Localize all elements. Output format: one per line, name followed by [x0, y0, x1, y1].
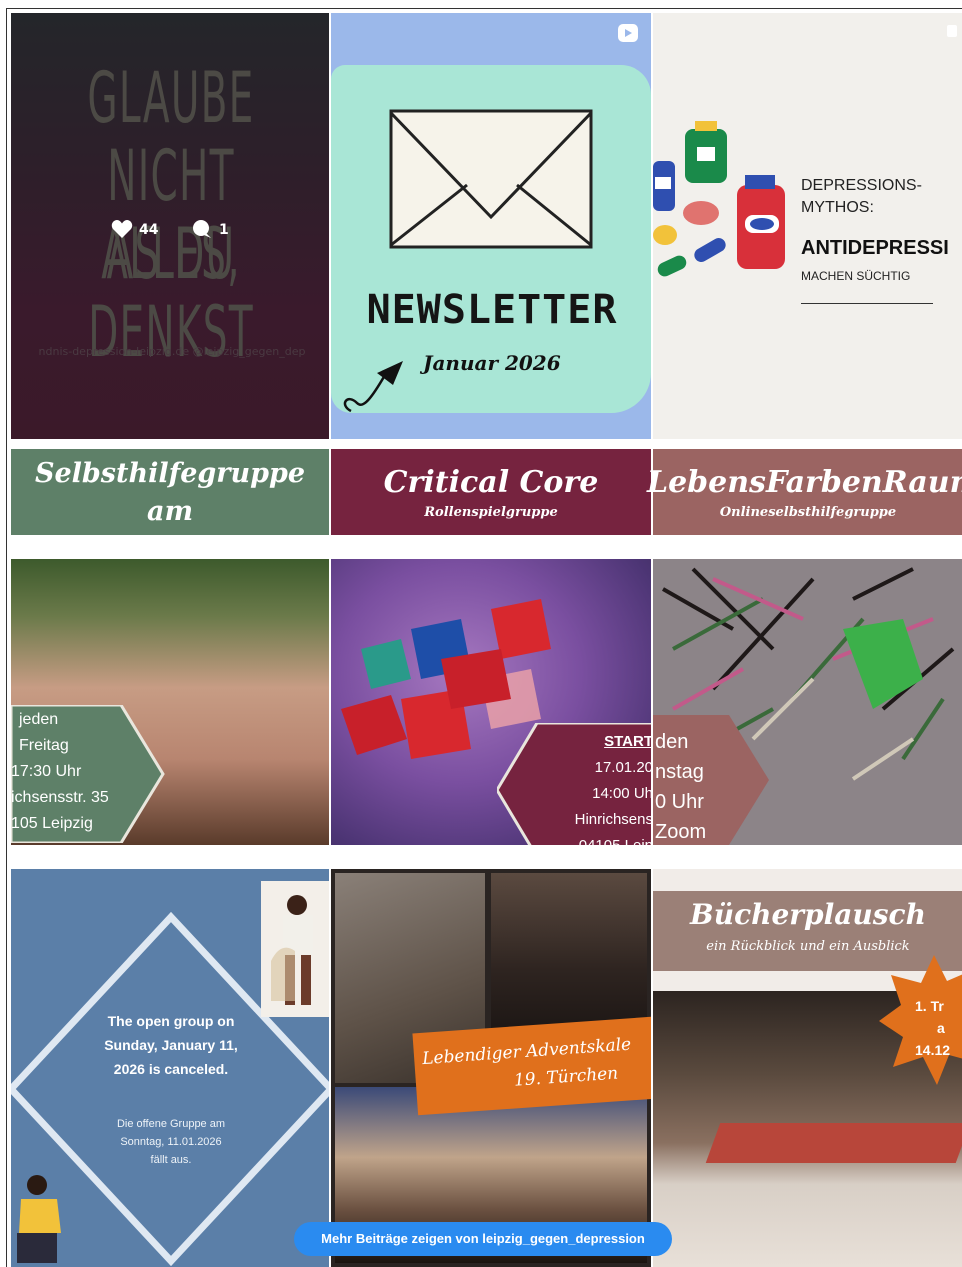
mythos-divider: [801, 303, 933, 304]
envelope-icon: [387, 105, 597, 259]
post-open-group-tile[interactable]: The open group on Sunday, January 11, 2026…: [11, 869, 329, 1267]
post-freitag-tile[interactable]: jeden Freitag 17:30 Uhr ichsensstr. 35 105 L…: [11, 559, 329, 845]
mythos-line-1: DEPRESSIONS- MYTHOS:: [801, 177, 922, 216]
critical-core-info: START 17.01.2014:00 UhHinrichsens04105 L…: [574, 733, 651, 845]
illustration-person-sitting: [11, 1169, 71, 1267]
post-newsletter-tile[interactable]: NEWSLETTER Januar 2026: [331, 13, 651, 439]
mythos-headline: ANTIDEPRESSI: [801, 237, 949, 259]
glaube-footer: ndnis-depression-leipzig.de @leipzig_geg…: [38, 345, 306, 358]
post-mythos-tile[interactable]: DEPRESSIONS- MYTHOS: ANTIDEPRESSI MACHEN …: [653, 13, 962, 439]
comments-count: 1: [219, 222, 229, 238]
newsletter-title: NEWSLETTER: [366, 287, 618, 333]
open-group-english: The open group on Sunday, January 11, 2026…: [104, 1013, 238, 1077]
mythos-sub: MACHEN SÜCHTIG: [801, 269, 911, 283]
open-group-german: Die offene Gruppe am Sonntag, 11.01.2026 f…: [116, 1118, 226, 1166]
post-glaube-tile[interactable]: GLAUBE NICHT ALLES, AS DU DENKST ndnis-d…: [11, 13, 329, 439]
pills-illustration: [653, 117, 793, 291]
comment-icon: [191, 219, 213, 243]
banner-sub: Onlineselbsthilfegruppe: [719, 505, 897, 520]
banner-title: LebensFarbenRaum: [647, 465, 962, 500]
newsletter-subtitle: Januar 2026: [423, 351, 561, 375]
lebensfarbenraum-info: den nstag 0 Uhr Zoom: [655, 731, 707, 843]
instagram-feed-grid: GLAUBE NICHT ALLES, AS DU DENKST ndnis-d…: [6, 8, 962, 1267]
reel-icon: [617, 23, 639, 47]
buecher-sub: ein Rückblick und ein Ausblick: [706, 939, 910, 954]
banner-title: Selbsthilfegruppe am Freitag: [34, 458, 306, 565]
heart-icon: [111, 219, 133, 243]
freitag-info: jeden Freitag 17:30 Uhr ichsensstr. 35 105 L…: [11, 711, 109, 832]
post-advent-tile[interactable]: Lebendiger Adventskale 19. Türchen: [331, 869, 651, 1267]
more-posts-button[interactable]: Mehr Beiträge zeigen von leipzig_gegen_d…: [294, 1222, 672, 1256]
carousel-icon: [947, 25, 957, 37]
banner-title: Critical Core: [383, 465, 599, 500]
post-buecherplausch-tile[interactable]: Bücherplausch ein Rückblick und ein Ausb…: [653, 869, 962, 1267]
badge-text: 1. Tr a 14.12: [915, 998, 951, 1058]
post-lebensfarbenraum-tile[interactable]: den nstag 0 Uhr Zoom: [653, 559, 962, 845]
glaube-line-1: GLAUBE: [87, 57, 255, 139]
buecher-title: Bücherplausch: [690, 898, 926, 931]
likes-count: 44: [139, 222, 159, 238]
post-critical-core-tile[interactable]: START 17.01.2014:00 UhHinrichsens04105 L…: [331, 559, 651, 845]
banner-lebensfarbenraum[interactable]: LebensFarbenRaum Onlineselbsthilfegruppe: [647, 449, 962, 535]
banner-selbsthilfegruppe[interactable]: Selbsthilfegruppe am Freitag: [11, 449, 329, 565]
banner-sub: Rollenspielgruppe: [424, 505, 558, 520]
table-runner: [705, 1123, 962, 1163]
banner-critical-core[interactable]: Critical Core Rollenspielgruppe: [331, 449, 651, 535]
illustration-people: [261, 881, 329, 1017]
photo-crowd: [491, 873, 647, 1035]
paper-plane-icon: [341, 355, 411, 429]
